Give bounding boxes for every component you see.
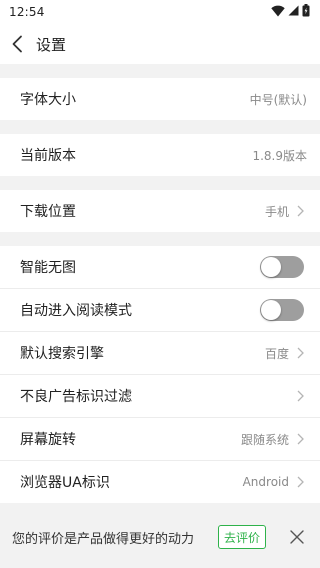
close-banner-button[interactable] (288, 528, 306, 546)
setting-font-size[interactable]: 字体大小 中号(默认) (0, 78, 320, 120)
setting-browser-ua[interactable]: 浏览器UA标识 Android (0, 461, 320, 503)
chevron-right-icon (293, 475, 307, 489)
chevron-left-icon (12, 35, 22, 53)
setting-label: 下载位置 (20, 204, 76, 220)
setting-label: 默认搜索引擎 (20, 346, 104, 362)
setting-version[interactable]: 当前版本 1.8.9版本 (0, 134, 320, 176)
back-button[interactable] (0, 24, 34, 64)
rate-button[interactable]: 去评价 (217, 525, 266, 549)
status-time: 12:54 (9, 5, 45, 19)
status-bar: 12:54 (0, 0, 320, 24)
chevron-right-icon (293, 346, 307, 360)
close-icon (290, 530, 304, 544)
setting-label: 自动进入阅读模式 (20, 303, 132, 319)
settings-screen: 12:54 设置 字体大小 中号(默认) 当前版本 1.8.9版本 下载位置 手… (0, 0, 320, 568)
chevron-right-icon (293, 432, 307, 446)
app-header: 设置 (0, 24, 320, 64)
chevron-right-icon (293, 389, 307, 403)
setting-value: 跟随系统 (240, 432, 289, 447)
setting-value: 1.8.9版本 (252, 148, 307, 163)
setting-value: Android (242, 475, 289, 489)
setting-ad-filter[interactable]: 不良广告标识过滤 (0, 375, 320, 417)
setting-smart-no-image: 智能无图 (0, 246, 320, 288)
setting-value: 百度 (264, 346, 289, 361)
setting-label: 不良广告标识过滤 (20, 389, 132, 405)
setting-download-location[interactable]: 下载位置 手机 (0, 190, 320, 232)
setting-auto-reading-mode: 自动进入阅读模式 (0, 289, 320, 331)
setting-label: 屏幕旋转 (20, 432, 76, 448)
rating-message: 您的评价是产品做得更好的动力 (12, 531, 195, 547)
toggle-knob (261, 300, 281, 320)
setting-label: 当前版本 (20, 148, 76, 164)
setting-value: 手机 (264, 204, 289, 219)
auto-reading-mode-toggle[interactable] (260, 299, 304, 321)
setting-label: 字体大小 (20, 92, 76, 108)
status-icons (271, 4, 310, 20)
setting-default-search-engine[interactable]: 默认搜索引擎 百度 (0, 332, 320, 374)
toggle-knob (261, 257, 281, 277)
page-title: 设置 (36, 35, 67, 54)
setting-label: 浏览器UA标识 (20, 475, 110, 491)
battery-icon (302, 4, 310, 20)
setting-value: 中号(默认) (249, 92, 307, 107)
setting-label: 智能无图 (20, 260, 76, 276)
rating-banner: 您的评价是产品做得更好的动力 去评价 (0, 506, 320, 568)
setting-screen-rotation[interactable]: 屏幕旋转 跟随系统 (0, 418, 320, 460)
wifi-icon (271, 5, 285, 20)
smart-no-image-toggle[interactable] (260, 256, 304, 278)
chevron-right-icon (293, 204, 307, 218)
signal-icon (288, 5, 299, 19)
